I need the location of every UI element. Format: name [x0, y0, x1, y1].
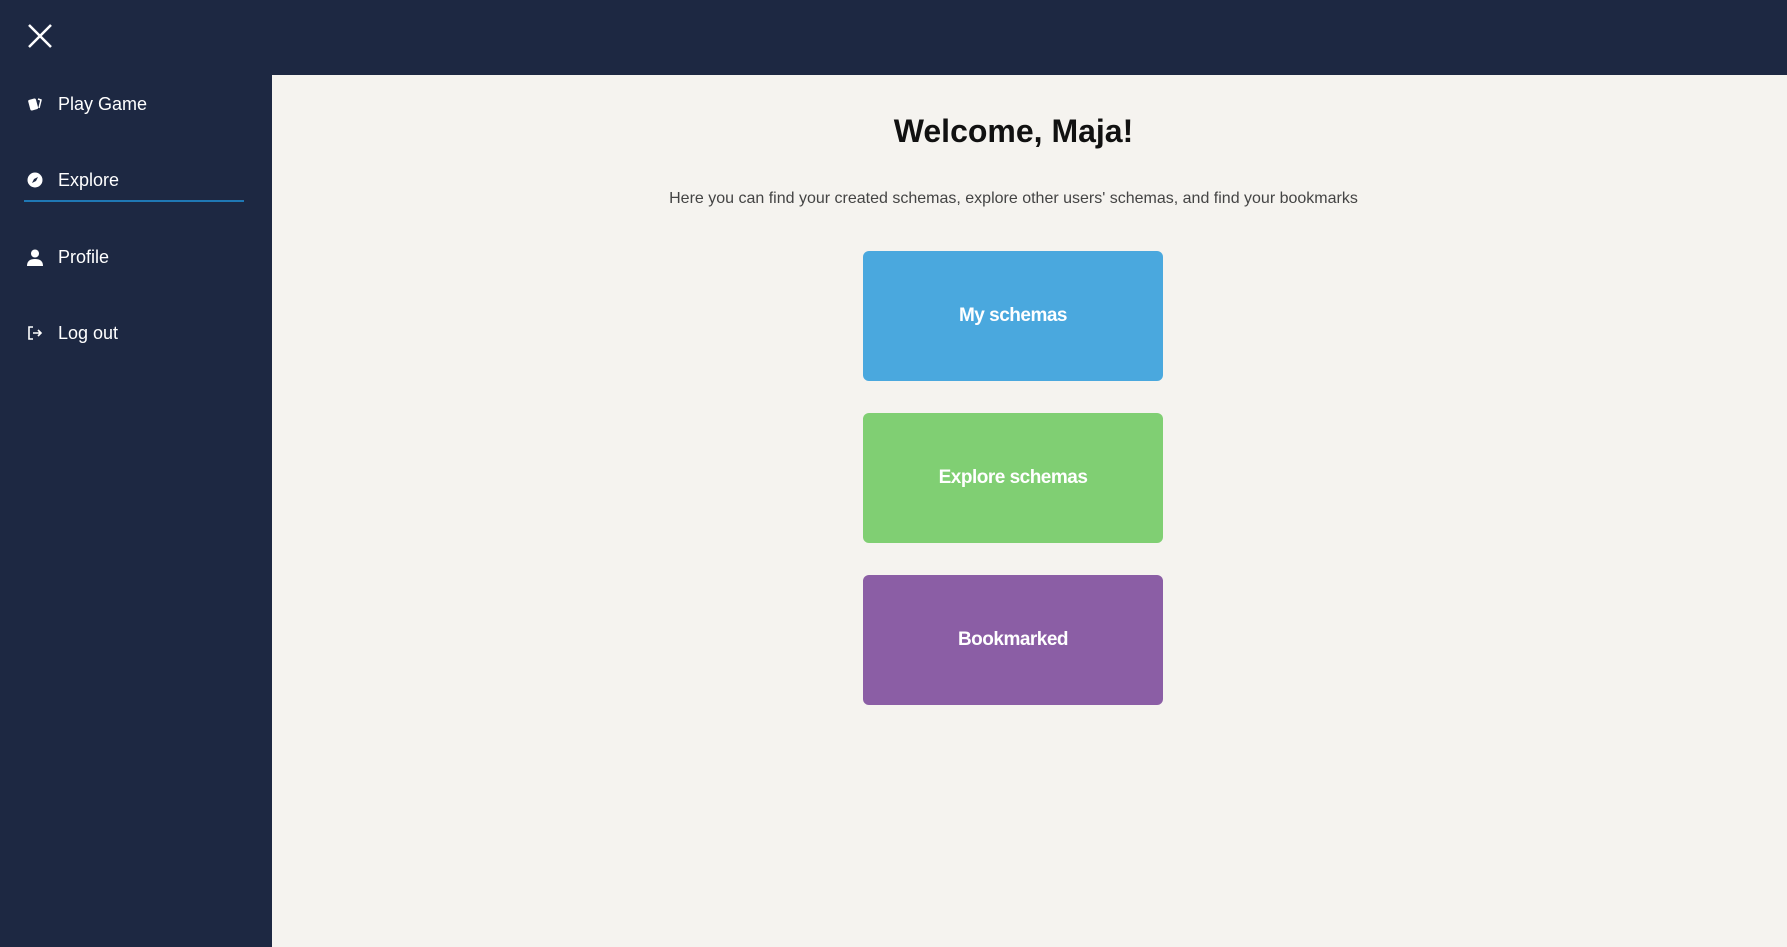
sidebar-item-play-game[interactable]: Play Game	[24, 84, 244, 124]
my-schemas-button[interactable]: My schemas	[863, 251, 1163, 381]
compass-icon	[26, 171, 44, 189]
close-menu-button[interactable]	[26, 22, 54, 50]
page-title: Welcome, Maja!	[893, 113, 1134, 149]
main-content: Welcome, Maja! Here you can find your cr…	[272, 75, 1787, 947]
sidebar-item-profile[interactable]: Profile	[24, 237, 244, 277]
sidebar-item-label: Explore	[58, 169, 120, 190]
sidebar-item-label: Profile	[58, 246, 110, 267]
sidebar-item-explore[interactable]: Explore	[24, 160, 244, 202]
explore-schemas-button[interactable]: Explore schemas	[863, 413, 1163, 543]
bookmarked-button[interactable]: Bookmarked	[863, 575, 1163, 705]
page-subtitle: Here you can find your created schemas, …	[669, 190, 1358, 207]
cards-icon	[26, 95, 44, 113]
sidebar-item-label: Log out	[58, 322, 119, 343]
user-icon	[26, 248, 44, 266]
sidebar-item-label: Play Game	[58, 93, 148, 114]
close-icon	[28, 24, 52, 48]
sidebar-item-log-out[interactable]: Log out	[24, 313, 244, 353]
logout-icon	[26, 324, 44, 342]
